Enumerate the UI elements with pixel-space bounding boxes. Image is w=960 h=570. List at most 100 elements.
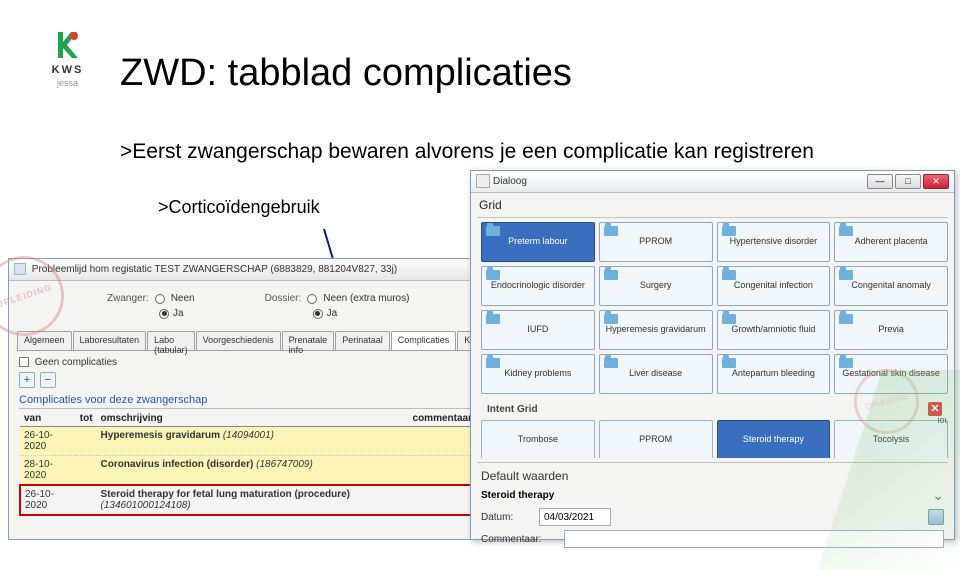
logo-k-icon <box>40 30 95 60</box>
cell-tot <box>76 427 97 456</box>
window-minimize-button[interactable]: — <box>867 174 893 189</box>
folder-icon <box>486 270 500 280</box>
window-titlebar: Probleemlijd hom registatic TEST ZWANGER… <box>9 259 487 281</box>
category-grid: Preterm labour PPROM Hypertensive disord… <box>481 222 948 394</box>
checkbox-geen-complicaties[interactable] <box>19 357 29 367</box>
add-button[interactable]: + <box>19 372 35 388</box>
category-grid-scroll[interactable]: Preterm labour PPROM Hypertensive disord… <box>481 222 948 458</box>
cell-desc: Steroid therapy for fetal lung maturatio… <box>101 489 350 500</box>
logo-block: KWS jessa <box>40 30 95 88</box>
col-van: van <box>20 411 76 427</box>
radio-dossier-neen[interactable] <box>307 294 317 304</box>
radio-zwanger-ja[interactable] <box>159 309 169 319</box>
cat-surgery[interactable]: Surgery <box>599 266 713 306</box>
tab-strip: Algemeen Laboresultaten Labo (tabular) V… <box>17 331 479 351</box>
table-row[interactable]: 26-10-2020 Hyperemesis gravidarum (14094… <box>20 427 476 456</box>
app-icon <box>14 263 26 275</box>
calendar-icon[interactable] <box>928 509 944 525</box>
page-title: ZWD: tabblad complicaties <box>120 52 572 95</box>
radio-dossier-ja[interactable] <box>313 309 323 319</box>
cat-hyperemesis-gravidarum[interactable]: Hyperemesis gravidarum <box>599 310 713 350</box>
cell-code: (134601000124108) <box>101 500 191 511</box>
comment-input[interactable] <box>564 530 944 548</box>
intent-trombose[interactable]: Trombose <box>481 420 595 458</box>
tab-perinataal[interactable]: Perinataal <box>335 331 390 350</box>
intent-pprom[interactable]: PPROM <box>599 420 713 458</box>
radio-group-zwanger: Zwanger: Neen Ja <box>107 293 195 319</box>
folder-icon <box>839 226 853 236</box>
folder-icon <box>604 226 618 236</box>
folder-icon <box>722 314 736 324</box>
window-maximize-button[interactable]: □ <box>895 174 921 189</box>
window-title-text: Probleemlijd hom registatic TEST ZWANGER… <box>32 264 397 275</box>
radio-zwanger-neen[interactable] <box>155 294 165 304</box>
cat-kidney-problems[interactable]: Kidney problems <box>481 354 595 394</box>
table-row[interactable]: 26-10-2020 Steroid therapy for fetal lun… <box>20 485 476 515</box>
cat-liver-disease[interactable]: Liver disease <box>599 354 713 394</box>
problem-list-window: Probleemlijd hom registatic TEST ZWANGER… <box>8 258 488 540</box>
cat-pprom[interactable]: PPROM <box>599 222 713 262</box>
cat-preterm-labour[interactable]: Preterm labour <box>481 222 595 262</box>
folder-icon <box>722 226 736 236</box>
intent-steroid-therapy[interactable]: Steroid therapy <box>717 420 831 458</box>
cat-growth-amniotic-fluid[interactable]: Growth/amniotic fluid <box>717 310 831 350</box>
date-label: Datum: <box>481 512 531 523</box>
table-row[interactable]: 28-10-2020 Coronavirus infection (disord… <box>20 456 476 486</box>
radio-dossier-ja-label: Ja <box>327 308 338 319</box>
dialog-title-text: Dialoog <box>493 176 527 187</box>
folder-icon <box>486 226 500 236</box>
folder-icon <box>722 358 736 368</box>
folder-icon <box>604 270 618 280</box>
intent-tocolysis[interactable]: Tocolysis <box>834 420 948 458</box>
cell-desc: Hyperemesis gravidarum <box>101 430 221 441</box>
cat-hypertensive-disorder[interactable]: Hypertensive disorder <box>717 222 831 262</box>
radio-zwanger-neen-label: Neen <box>171 293 195 304</box>
cell-code: (14094001) <box>223 430 274 441</box>
dialog-window: Dialoog — □ ✕ Grid Preterm labour PPROM … <box>470 170 955 540</box>
tab-laboresultaten[interactable]: Laboresultaten <box>73 331 147 350</box>
tab-algemeen[interactable]: Algemeen <box>17 331 72 350</box>
date-input[interactable] <box>539 508 611 526</box>
partial-hidden-cell: ious <box>937 415 948 425</box>
folder-icon <box>722 270 736 280</box>
cat-adherent-placenta[interactable]: Adherent placenta <box>834 222 948 262</box>
default-section-label: Default waarden <box>481 469 944 483</box>
folder-icon <box>604 358 618 368</box>
folder-icon <box>486 314 500 324</box>
tab-prenatale-info[interactable]: Prenatale info <box>282 331 335 350</box>
cat-endocrinologic-disorder[interactable]: Endocrinologic disorder <box>481 266 595 306</box>
comment-label: Commentaar: <box>481 534 556 545</box>
cat-gestational-skin-disease[interactable]: Gestational skin disease <box>834 354 948 394</box>
folder-icon <box>839 270 853 280</box>
expand-toggle-icon[interactable]: ⌄ <box>932 487 944 504</box>
label-dossier: Dossier: <box>265 293 302 304</box>
col-tot: tot <box>76 411 97 427</box>
intent-close-button[interactable]: ✕ <box>928 402 942 416</box>
cell-tot <box>76 456 97 486</box>
label-zwanger: Zwanger: <box>107 293 149 304</box>
cat-previa[interactable]: Previa <box>834 310 948 350</box>
radio-dossier-neen-label: Neen (extra muros) <box>323 293 409 304</box>
tab-labo-tabular[interactable]: Labo (tabular) <box>147 331 195 350</box>
tab-complicaties[interactable]: Complicaties <box>391 331 457 350</box>
radio-zwanger-ja-label: Ja <box>173 308 184 319</box>
folder-icon <box>839 314 853 324</box>
logo-text: KWS <box>40 64 95 76</box>
steroid-therapy-label: Steroid therapy <box>481 490 554 501</box>
remove-button[interactable]: − <box>40 372 56 388</box>
window-close-button[interactable]: ✕ <box>923 174 949 189</box>
cat-congenital-infection[interactable]: Congenital infection <box>717 266 831 306</box>
tab-voorgeschiedenis[interactable]: Voorgeschiedenis <box>196 331 281 350</box>
dialog-icon <box>476 174 490 188</box>
grid-section-label: Grid <box>471 193 954 217</box>
cat-congenital-anomaly[interactable]: Congenital anomaly <box>834 266 948 306</box>
logo-sub: jessa <box>40 78 95 88</box>
cat-iufd[interactable]: IUFD <box>481 310 595 350</box>
complicaties-table: van tot omschrijving commentaar 26-10-20… <box>19 411 477 516</box>
cell-van: 26-10-2020 <box>20 427 76 456</box>
dialog-titlebar: Dialoog — □ ✕ <box>471 171 954 193</box>
radio-group-dossier: Dossier: Neen (extra muros) Ja <box>265 293 410 319</box>
cat-antepartum-bleeding[interactable]: Antepartum bleeding <box>717 354 831 394</box>
intent-grid-label: Intent Grid <box>487 404 538 415</box>
cell-van: 26-10-2020 <box>20 485 76 515</box>
